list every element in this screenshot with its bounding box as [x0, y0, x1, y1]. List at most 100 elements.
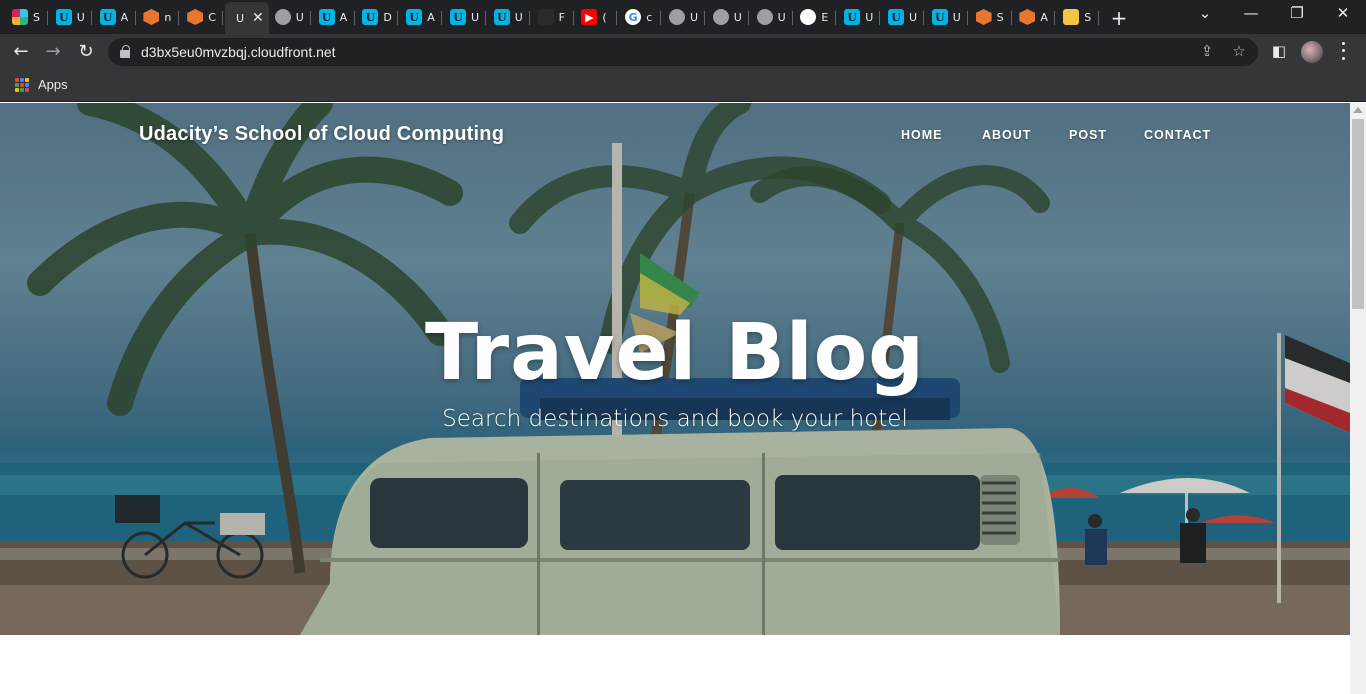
forward-icon[interactable]: → — [40, 40, 66, 64]
reload-icon[interactable]: ↻ — [73, 40, 99, 64]
browser-tab[interactable]: U — [751, 4, 793, 30]
nav-contact-link[interactable]: CONTACT — [1144, 128, 1211, 142]
url-text[interactable]: d3bx5eu0mvzbqj.cloudfront.net — [141, 44, 336, 60]
browser-tab[interactable]: U — [269, 4, 311, 30]
tab-title: A — [339, 10, 348, 24]
tab-separator — [90, 11, 92, 25]
tab-separator — [1010, 11, 1012, 25]
youtube-icon: ▶ — [581, 9, 598, 25]
browser-tab[interactable]: Gc — [619, 4, 662, 30]
browser-tab[interactable]: UA — [313, 4, 355, 30]
browser-tab[interactable]: U ✕ — [225, 2, 269, 34]
tab-title: S — [996, 10, 1004, 24]
tab-title: C — [208, 10, 216, 24]
nav-about-link[interactable]: ABOUT — [982, 128, 1031, 142]
github-icon — [800, 9, 817, 25]
browser-tab[interactable]: UA — [94, 4, 136, 30]
browser-tab[interactable]: UU — [882, 4, 924, 30]
browser-tab[interactable]: UU — [444, 4, 486, 30]
tab-separator — [441, 11, 443, 25]
browser-tab[interactable]: S — [6, 4, 48, 30]
udacity-icon: U — [55, 9, 72, 25]
tab-title: E — [821, 10, 829, 24]
profile-avatar[interactable] — [1301, 41, 1323, 63]
udacity-icon: U — [931, 9, 948, 25]
scrollbar-thumb[interactable] — [1352, 119, 1364, 309]
udacity-icon: U — [450, 9, 466, 25]
browser-tab[interactable]: A — [1013, 4, 1056, 30]
new-tab-button[interactable]: + — [1108, 6, 1130, 30]
tab-title: ( — [602, 10, 607, 24]
close-tab-icon[interactable]: ✕ — [252, 10, 264, 26]
apps-bookmark[interactable]: Apps — [38, 77, 68, 92]
nav-post-link[interactable]: POST — [1069, 128, 1107, 142]
tab-title: U — [514, 10, 523, 24]
udacity-icon: U — [362, 9, 379, 25]
tab-search-icon[interactable]: ⌄ — [1182, 4, 1228, 22]
tab-title: U — [733, 10, 742, 24]
udacity-icon: U — [318, 9, 335, 25]
address-bar[interactable]: d3bx5eu0mvzbqj.cloudfront.net ⇪ ☆ — [108, 38, 1258, 66]
tab-strip: S U U U An C U ✕ U U A U D U A U U U U F ▶(Gc U U U E U U U U U U S A S +… — [0, 0, 1366, 34]
tab-title: U — [690, 10, 699, 24]
tab-separator — [47, 11, 48, 25]
tab-separator — [222, 11, 224, 25]
tab-separator — [485, 11, 486, 25]
tab-separator — [879, 11, 881, 25]
browser-tab[interactable]: S — [1057, 4, 1100, 30]
tab-separator — [178, 11, 180, 25]
tab-title: n — [164, 10, 172, 24]
scroll-up-arrow-icon[interactable] — [1353, 107, 1363, 113]
google-icon: G — [625, 9, 642, 25]
globe-icon — [756, 9, 773, 25]
browser-tab[interactable]: F — [532, 4, 574, 30]
site-brand-link[interactable]: Udacity’s School of Cloud Computing — [139, 123, 504, 146]
browser-tab[interactable]: C — [181, 4, 224, 30]
udacity-icon: U — [99, 9, 116, 25]
bookmarks-bar: Apps — [0, 70, 1366, 102]
minimize-icon[interactable]: — — [1228, 4, 1274, 22]
browser-tab[interactable]: n — [137, 4, 180, 30]
browser-tab[interactable]: E — [794, 4, 837, 30]
tab-separator — [572, 11, 574, 25]
browser-tab[interactable]: S — [970, 4, 1012, 30]
globe-icon — [274, 9, 291, 25]
tab-title: c — [646, 10, 653, 24]
tab-title: U — [777, 10, 786, 24]
browser-tab[interactable]: UU — [838, 4, 881, 30]
tab-separator — [835, 11, 837, 25]
apps-grid-icon[interactable] — [15, 78, 29, 92]
chrome-menu-icon[interactable] — [1338, 40, 1348, 62]
browser-tab[interactable]: UU — [926, 4, 968, 30]
udacity-icon: U — [406, 9, 423, 25]
restore-icon[interactable]: ❐ — [1274, 4, 1320, 22]
browser-tab[interactable]: U — [663, 4, 705, 30]
tab-title: U — [76, 10, 85, 24]
side-panel-icon[interactable]: ◧ — [1268, 42, 1290, 60]
hero-header: Udacity’s School of Cloud Computing HOME… — [0, 103, 1350, 635]
nav-home-link[interactable]: HOME — [901, 128, 943, 142]
browser-tab[interactable]: ▶( — [575, 4, 618, 30]
tab-title: A — [427, 10, 435, 24]
globe-icon — [712, 9, 729, 25]
tab-title: U — [952, 10, 961, 24]
hero-subtitle: Search destinations and book your hotel — [442, 406, 908, 432]
browser-tab[interactable]: UA — [400, 4, 443, 30]
tab-title: S — [1084, 10, 1092, 24]
tab-title: A — [120, 10, 129, 24]
tab-title: U — [909, 10, 918, 24]
udacity-icon: U — [844, 9, 861, 25]
browser-tab[interactable]: UU — [50, 4, 92, 30]
browser-tab[interactable]: UD — [356, 4, 399, 30]
back-icon[interactable]: ← — [8, 40, 34, 64]
lock-icon[interactable] — [120, 45, 130, 58]
aws-cube-icon — [1019, 9, 1036, 25]
close-window-icon[interactable]: ✕ — [1320, 4, 1366, 22]
share-icon[interactable]: ⇪ — [1196, 42, 1218, 60]
bookmark-star-icon[interactable]: ☆ — [1228, 42, 1250, 60]
hero-title: Travel Blog — [425, 308, 925, 398]
browser-tab[interactable]: U — [707, 4, 749, 30]
udacity-icon: U — [888, 9, 904, 25]
browser-tab[interactable]: UU — [488, 4, 530, 30]
tab-title: A — [1040, 10, 1048, 24]
